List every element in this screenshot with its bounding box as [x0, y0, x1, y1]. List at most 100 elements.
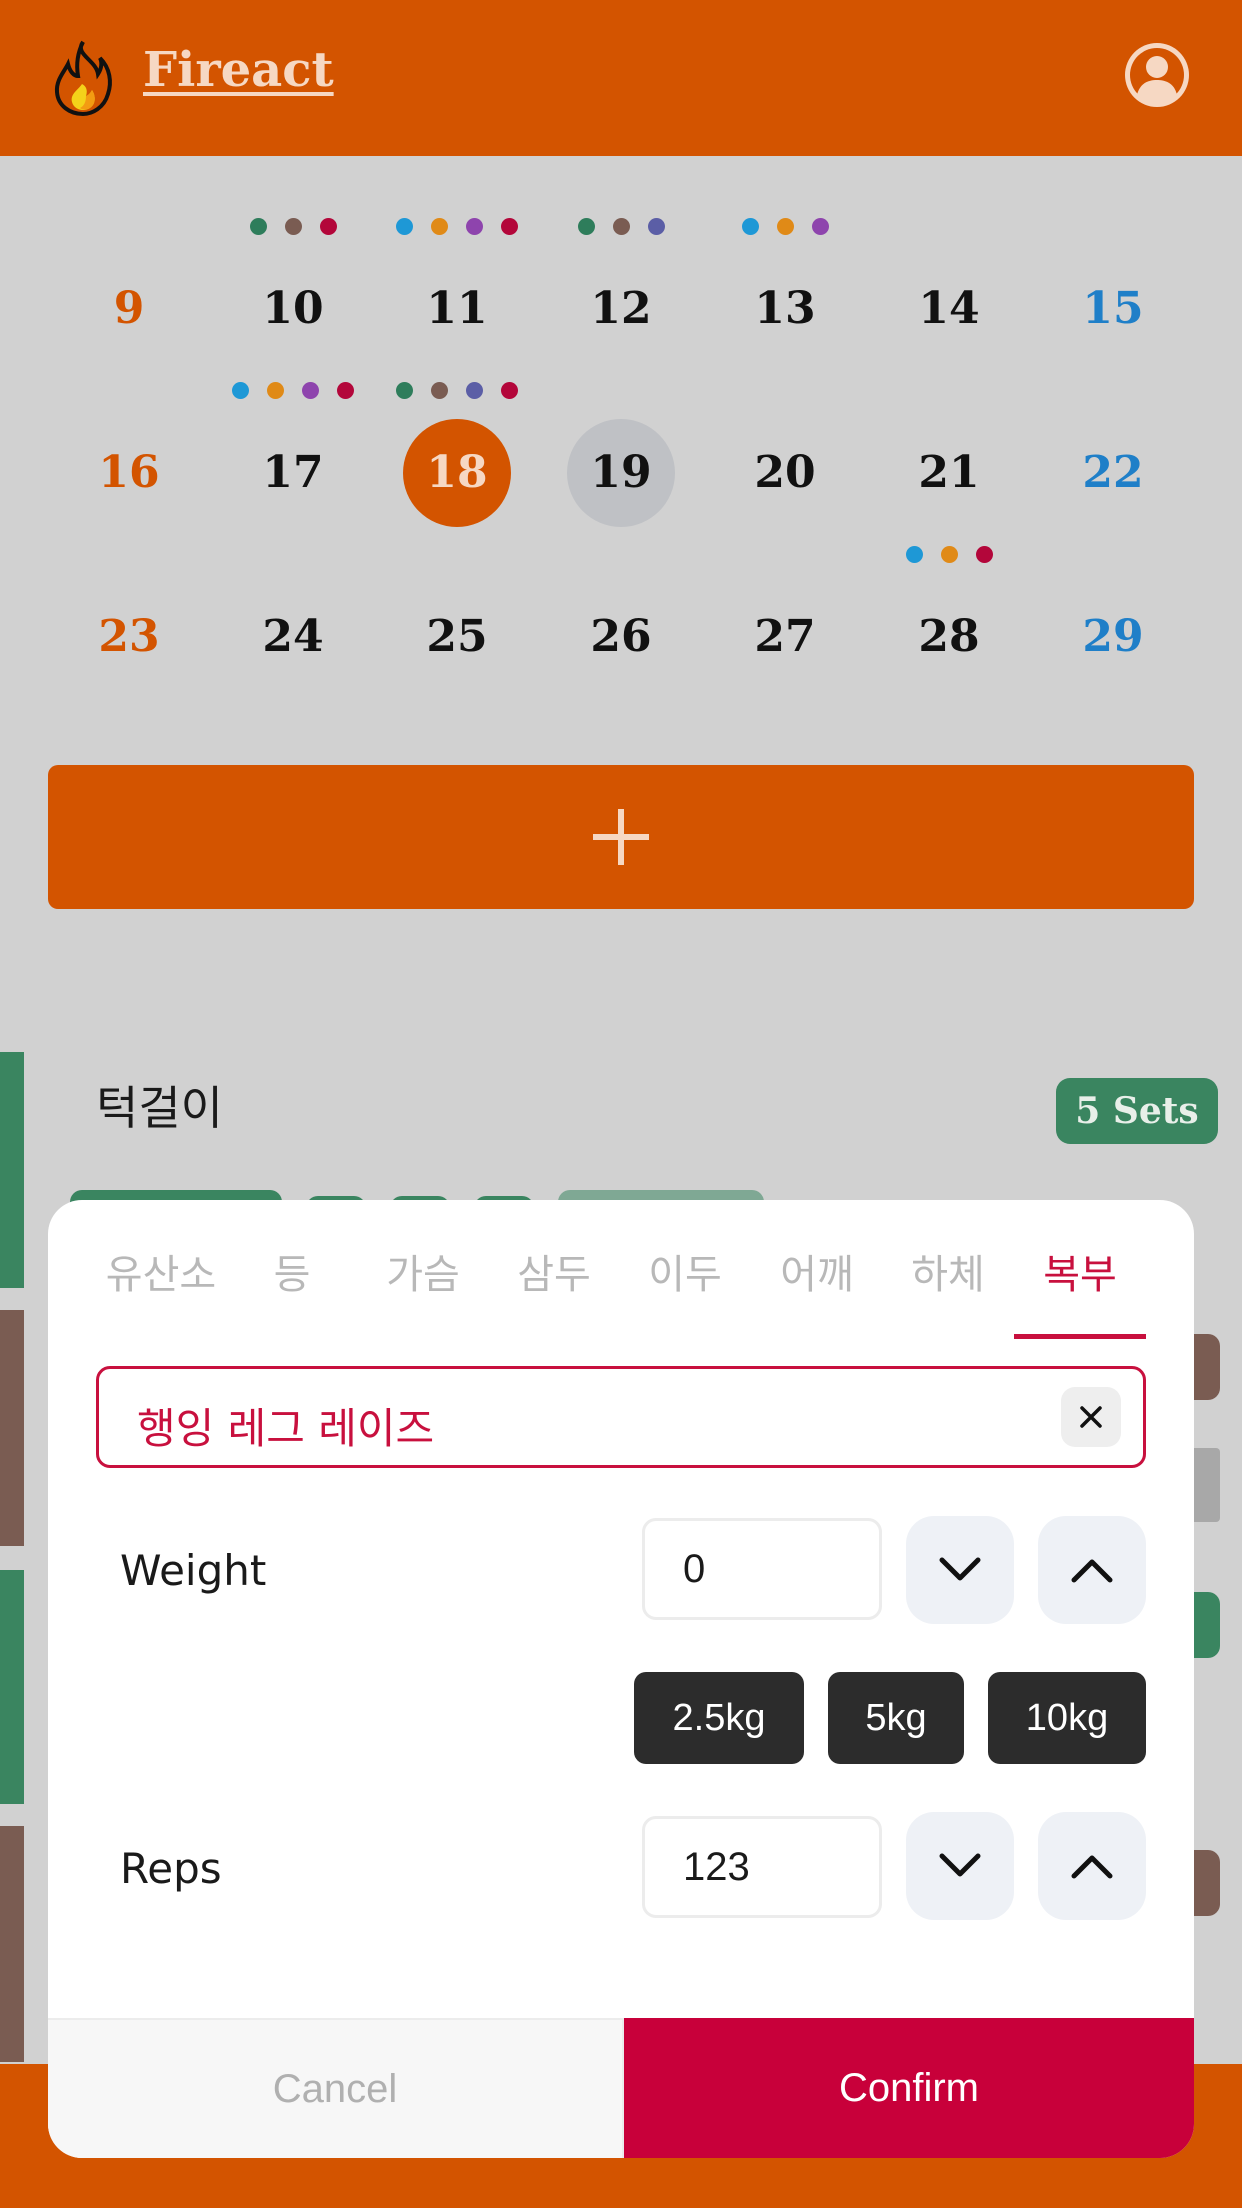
- calendar-day[interactable]: 28: [894, 546, 1004, 692]
- preset-5kg-button[interactable]: 5kg: [828, 1672, 964, 1764]
- calendar-day[interactable]: 22: [1058, 418, 1168, 528]
- app-title[interactable]: Fireact: [143, 42, 334, 98]
- calendar-day-number: 21: [918, 447, 980, 498]
- tab-category[interactable]: 하체: [883, 1242, 1013, 1300]
- plus-icon: [593, 809, 649, 865]
- workout-dot: [975, 546, 993, 563]
- workout-dot: [466, 382, 483, 399]
- workout-dot: [302, 382, 319, 399]
- calendar-day-number: 16: [98, 447, 160, 498]
- close-icon: [1080, 1406, 1102, 1428]
- add-exercise-modal: 유산소 등 가슴 삼두 이두 어깨 하체 복부 행잉 레그 레이즈 Weight 0 2.5k…: [48, 1200, 1194, 2158]
- calendar-day-number: 18: [426, 447, 488, 498]
- weight-label: Weight: [120, 1546, 267, 1595]
- workout-dot: [811, 218, 829, 235]
- calendar-day[interactable]: 14: [894, 254, 1004, 364]
- list-item-marker: [0, 1826, 24, 2062]
- reps-input[interactable]: 123: [642, 1816, 882, 1918]
- workout-dots: [670, 218, 900, 238]
- calendar-day[interactable]: 24: [238, 582, 348, 692]
- calendar-day-number: 28: [918, 611, 980, 662]
- calendar-day-number: 14: [918, 283, 980, 334]
- calendar-day-number: 12: [590, 283, 652, 334]
- list-item-marker: [0, 1052, 24, 1288]
- calendar-day[interactable]: 26: [566, 582, 676, 692]
- preset-2-5kg-button[interactable]: 2.5kg: [634, 1672, 804, 1764]
- workout-dot: [249, 218, 267, 235]
- active-tab-indicator: [1014, 1334, 1146, 1339]
- calendar-day[interactable]: 16: [74, 418, 184, 528]
- cancel-button[interactable]: Cancel: [48, 2018, 624, 2158]
- calendar-week: 9 10 11 12 13 14 15: [0, 218, 1242, 364]
- workout-dot: [741, 218, 759, 235]
- workout-dot: [647, 218, 665, 235]
- tab-category[interactable]: 어깨: [752, 1242, 882, 1300]
- workout-dot: [501, 382, 518, 399]
- calendar-day[interactable]: 18: [396, 382, 518, 528]
- preset-10kg-button[interactable]: 10kg: [988, 1672, 1146, 1764]
- calendar-day[interactable]: 10: [238, 218, 348, 364]
- calendar-day[interactable]: 23: [74, 582, 184, 692]
- weight-decrease-button[interactable]: [906, 1516, 1014, 1624]
- exercise-search-field[interactable]: 행잉 레그 레이즈: [96, 1366, 1146, 1468]
- workout-dot: [284, 218, 302, 235]
- reps-decrease-button[interactable]: [906, 1812, 1014, 1920]
- reps-label: Reps: [120, 1844, 222, 1893]
- calendar-day[interactable]: 21: [894, 418, 1004, 528]
- calendar-day-number: 19: [590, 447, 652, 498]
- calendar-day[interactable]: 9: [74, 254, 184, 364]
- calendar-day[interactable]: 29: [1058, 582, 1168, 692]
- calendar-day-number: 17: [262, 447, 324, 498]
- calendar-day-number: 10: [262, 283, 324, 334]
- workout-dot: [466, 218, 483, 235]
- tab-category[interactable]: 유산소: [96, 1242, 226, 1300]
- workout-dot: [905, 546, 923, 563]
- clear-search-button[interactable]: [1061, 1387, 1121, 1447]
- calendar-day[interactable]: 25: [402, 582, 512, 692]
- workout-dot: [577, 218, 595, 235]
- workout-dot: [776, 218, 794, 235]
- workout-dot: [612, 218, 630, 235]
- calendar-day-number: 11: [426, 283, 488, 334]
- calendar-day[interactable]: 12: [566, 218, 676, 364]
- calendar-week: 23 24 25 26 27 28 29: [0, 546, 1242, 692]
- tab-category[interactable]: 복부: [1015, 1242, 1145, 1300]
- calendar-day[interactable]: 13: [730, 218, 840, 364]
- calendar-day-number: 13: [754, 283, 816, 334]
- workout-dot: [431, 382, 448, 399]
- calendar-day[interactable]: 11: [396, 218, 518, 364]
- tab-category[interactable]: 이두: [620, 1242, 750, 1300]
- profile-icon[interactable]: [1124, 42, 1190, 108]
- list-item-marker: [0, 1310, 24, 1546]
- calendar-day-number: 15: [1082, 283, 1144, 334]
- calendar-day[interactable]: 27: [730, 582, 840, 692]
- tab-category[interactable]: 삼두: [489, 1242, 619, 1300]
- calendar-day[interactable]: 17: [232, 382, 354, 528]
- calendar-day-number: 9: [113, 283, 145, 334]
- calendar-day-number: 22: [1082, 447, 1144, 498]
- workout-dot: [396, 382, 413, 399]
- tab-category[interactable]: 가슴: [358, 1242, 488, 1300]
- workout-dot: [267, 382, 284, 399]
- category-tabs: 유산소 등 가슴 삼두 이두 어깨 하체 복부: [48, 1200, 1194, 1340]
- weight-increase-button[interactable]: [1038, 1516, 1146, 1624]
- chevron-down-icon: [939, 1853, 981, 1877]
- calendar-day[interactable]: 20: [730, 418, 840, 528]
- chevron-up-icon: [1071, 1855, 1113, 1879]
- tab-category[interactable]: 등: [227, 1242, 357, 1300]
- weight-input[interactable]: 0: [642, 1518, 882, 1620]
- workout-dots: [342, 382, 572, 402]
- app-header: Fireact: [0, 0, 1242, 156]
- reps-increase-button[interactable]: [1038, 1812, 1146, 1920]
- calendar-day[interactable]: 15: [1058, 254, 1168, 364]
- calendar-week: 16 17 18 19 20 21 22: [0, 382, 1242, 528]
- flame-logo-icon: [54, 40, 112, 117]
- add-workout-button[interactable]: [48, 765, 1194, 909]
- calendar-day[interactable]: 19: [566, 418, 676, 528]
- exercise-search-value[interactable]: 행잉 레그 레이즈: [137, 1395, 434, 1456]
- chevron-down-icon: [939, 1557, 981, 1581]
- confirm-button[interactable]: Confirm: [624, 2018, 1194, 2158]
- calendar-day-number: 24: [262, 611, 324, 662]
- calendar-day-number: 27: [754, 611, 816, 662]
- list-item-title: 턱걸이: [96, 1081, 223, 1135]
